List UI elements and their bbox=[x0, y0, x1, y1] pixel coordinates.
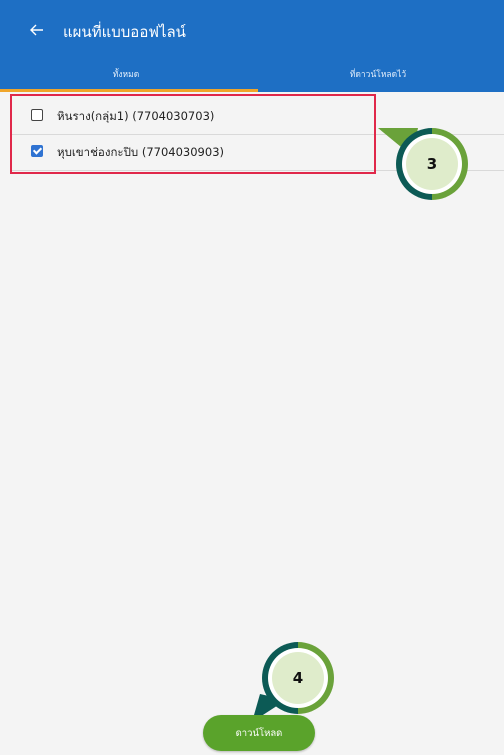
tab-bar: ทั้งหมด ที่ดาวน์โหลดไว้ bbox=[0, 64, 504, 92]
step-callout-4: 4 bbox=[262, 642, 334, 714]
arrow-left-icon bbox=[30, 24, 43, 36]
tab-all[interactable]: ทั้งหมด bbox=[0, 64, 252, 92]
step-callout-3: 3 bbox=[396, 128, 468, 200]
download-button[interactable]: ดาวน์โหลด bbox=[203, 715, 315, 751]
callout-number: 4 bbox=[272, 652, 324, 704]
tab-downloaded[interactable]: ที่ดาวน์โหลดไว้ bbox=[252, 64, 504, 92]
tab-indicator bbox=[0, 89, 258, 92]
page-title: แผนที่แบบออฟไลน์ bbox=[63, 23, 186, 41]
highlight-frame bbox=[10, 94, 376, 174]
back-button[interactable] bbox=[30, 22, 50, 42]
callout-number: 3 bbox=[406, 138, 458, 190]
